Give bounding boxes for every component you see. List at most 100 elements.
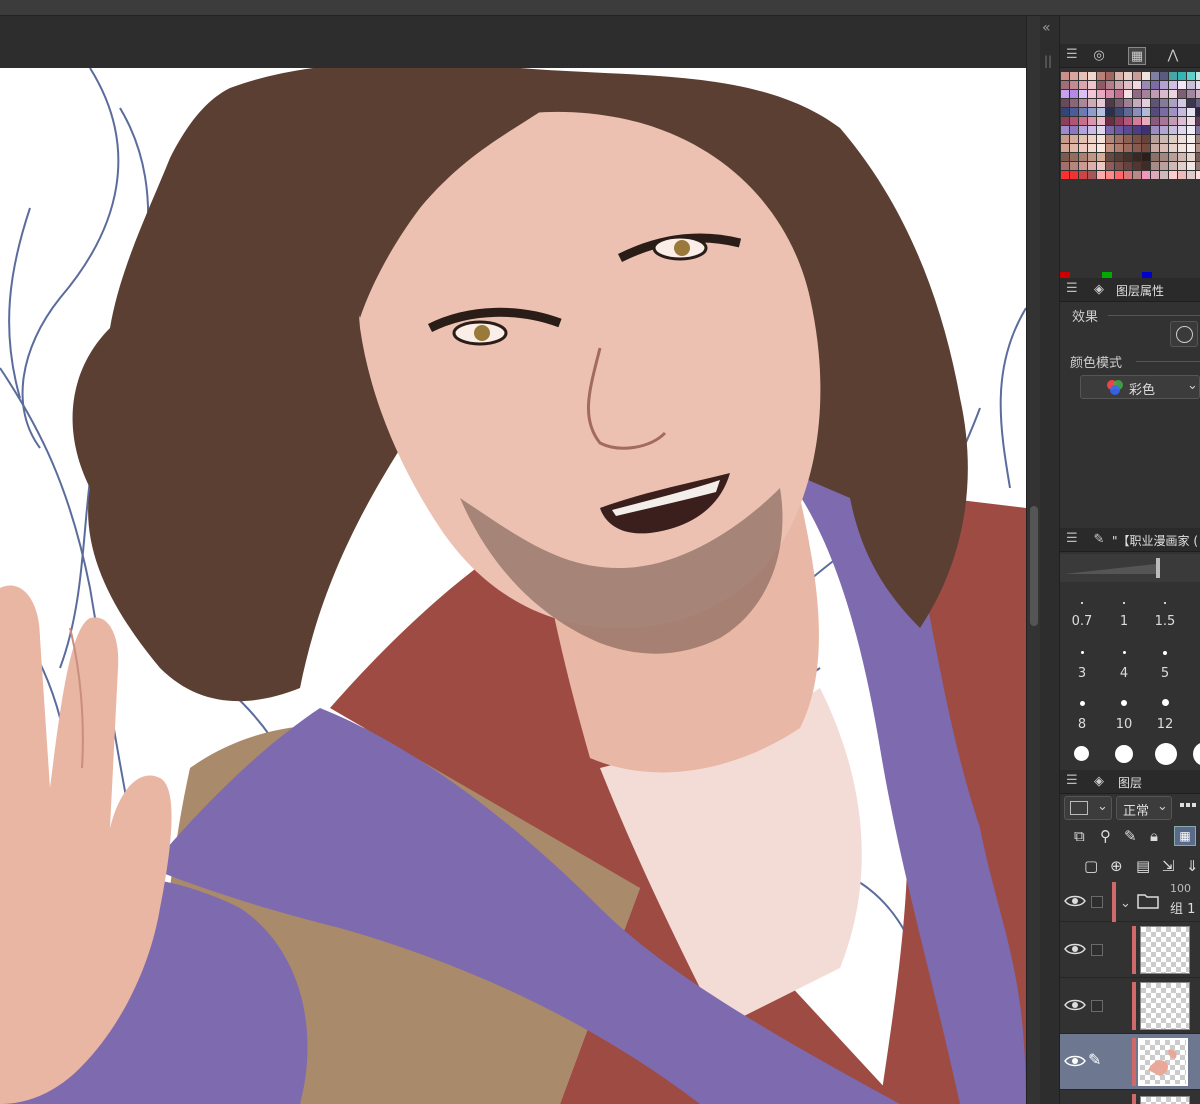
color-swatch[interactable] [1196, 126, 1200, 134]
color-swatch[interactable] [1151, 144, 1159, 152]
color-swatch[interactable] [1142, 153, 1150, 161]
color-swatch[interactable] [1097, 108, 1105, 116]
color-swatch[interactable] [1187, 162, 1195, 170]
panel-menu-icon[interactable]: ☰ [1066, 531, 1078, 546]
color-swatch[interactable] [1142, 135, 1150, 143]
scrollbar-thumb[interactable] [1030, 506, 1038, 626]
color-swatch[interactable] [1160, 153, 1168, 161]
color-swatch-grid[interactable] [1061, 72, 1200, 270]
color-swatch[interactable] [1196, 153, 1200, 161]
color-swatch[interactable] [1160, 162, 1168, 170]
new-raster-layer-icon[interactable]: ▢ [1084, 857, 1098, 875]
color-swatch[interactable] [1160, 171, 1168, 179]
color-swatch[interactable] [1124, 135, 1132, 143]
canvas-vertical-scrollbar[interactable] [1026, 16, 1040, 1104]
color-swatch[interactable] [1196, 171, 1200, 179]
color-set-tab-icon[interactable]: ▦ [1128, 47, 1146, 65]
color-swatch[interactable] [1169, 108, 1177, 116]
color-swatch[interactable] [1061, 162, 1069, 170]
color-swatch[interactable] [1106, 171, 1114, 179]
color-swatch[interactable] [1061, 135, 1069, 143]
brush-size-slider[interactable] [1060, 554, 1200, 582]
color-swatch[interactable] [1088, 72, 1096, 80]
color-swatch[interactable] [1124, 99, 1132, 107]
color-swatch[interactable] [1169, 153, 1177, 161]
eye-icon[interactable] [1064, 894, 1086, 908]
color-swatch[interactable] [1169, 72, 1177, 80]
draft-layer-icon[interactable]: ✎ [1124, 827, 1137, 845]
color-swatch[interactable] [1187, 135, 1195, 143]
color-swatch[interactable] [1151, 72, 1159, 80]
layer-checkbox[interactable] [1091, 896, 1103, 908]
layer-row-selected[interactable]: ✎ [1060, 1034, 1200, 1090]
color-swatch[interactable] [1160, 99, 1168, 107]
color-swatch[interactable] [1142, 90, 1150, 98]
color-swatch[interactable] [1097, 171, 1105, 179]
color-swatch[interactable] [1160, 126, 1168, 134]
color-swatch[interactable] [1097, 90, 1105, 98]
color-swatch[interactable] [1133, 90, 1141, 98]
color-swatch[interactable] [1142, 99, 1150, 107]
merge-layer-icon[interactable]: ⇓ [1186, 857, 1199, 875]
color-swatch[interactable] [1061, 99, 1069, 107]
color-swatch[interactable] [1151, 81, 1159, 89]
color-swatch[interactable] [1079, 90, 1087, 98]
color-swatch[interactable] [1061, 72, 1069, 80]
color-swatch[interactable] [1106, 153, 1114, 161]
layer-row[interactable] [1060, 1090, 1200, 1104]
color-swatch[interactable] [1169, 99, 1177, 107]
color-swatch[interactable] [1097, 153, 1105, 161]
color-mode-select[interactable]: 彩色 ⌄ [1080, 375, 1200, 399]
color-swatch[interactable] [1178, 126, 1186, 134]
color-swatch[interactable] [1196, 90, 1200, 98]
eye-icon[interactable] [1064, 998, 1086, 1012]
color-swatch[interactable] [1169, 144, 1177, 152]
color-swatch[interactable] [1178, 72, 1186, 80]
color-swatch[interactable] [1097, 99, 1105, 107]
panel-menu-icon[interactable]: ☰ [1066, 773, 1078, 788]
color-swatch[interactable] [1151, 90, 1159, 98]
color-swatch[interactable] [1088, 108, 1096, 116]
color-swatch[interactable] [1169, 135, 1177, 143]
color-swatch[interactable] [1187, 99, 1195, 107]
color-swatch[interactable] [1115, 99, 1123, 107]
color-swatch[interactable] [1187, 72, 1195, 80]
color-swatch[interactable] [1061, 108, 1069, 116]
color-swatch[interactable] [1187, 108, 1195, 116]
color-swatch[interactable] [1115, 72, 1123, 80]
color-swatch[interactable] [1106, 126, 1114, 134]
color-swatch[interactable] [1115, 117, 1123, 125]
color-swatch[interactable] [1097, 144, 1105, 152]
color-swatch[interactable] [1124, 72, 1132, 80]
color-swatch[interactable] [1106, 144, 1114, 152]
color-swatch[interactable] [1142, 81, 1150, 89]
layer-row[interactable] [1060, 922, 1200, 978]
color-swatch[interactable] [1133, 171, 1141, 179]
brush-size-option[interactable]: 5 [1145, 666, 1185, 681]
grip-icon[interactable]: || [1044, 54, 1052, 68]
color-swatch[interactable] [1196, 81, 1200, 89]
color-swatch[interactable] [1124, 81, 1132, 89]
transfer-layer-icon[interactable]: ⇲ [1162, 857, 1175, 875]
approximate-color-tab-icon[interactable]: ⋀ [1164, 47, 1182, 65]
color-swatch[interactable] [1079, 72, 1087, 80]
color-swatch[interactable] [1088, 153, 1096, 161]
blend-mode-select[interactable]: 正常 ⌄ [1116, 796, 1172, 820]
brush-size-option[interactable]: 12 [1145, 717, 1185, 732]
color-swatch[interactable] [1070, 72, 1078, 80]
color-swatch[interactable] [1115, 153, 1123, 161]
color-swatch[interactable] [1133, 81, 1141, 89]
layer-color-select[interactable]: ⌄ [1064, 796, 1112, 820]
color-swatch[interactable] [1124, 153, 1132, 161]
color-swatch[interactable] [1178, 108, 1186, 116]
color-swatch[interactable] [1178, 171, 1186, 179]
color-swatch[interactable] [1088, 99, 1096, 107]
color-swatch[interactable] [1106, 99, 1114, 107]
chevron-down-icon[interactable]: ⌄ [1120, 896, 1131, 911]
color-swatch[interactable] [1196, 72, 1200, 80]
eye-icon[interactable] [1064, 942, 1086, 956]
color-swatch[interactable] [1160, 135, 1168, 143]
color-swatch[interactable] [1088, 144, 1096, 152]
color-swatch[interactable] [1070, 153, 1078, 161]
collapse-dock-icon[interactable]: « [1042, 20, 1051, 36]
